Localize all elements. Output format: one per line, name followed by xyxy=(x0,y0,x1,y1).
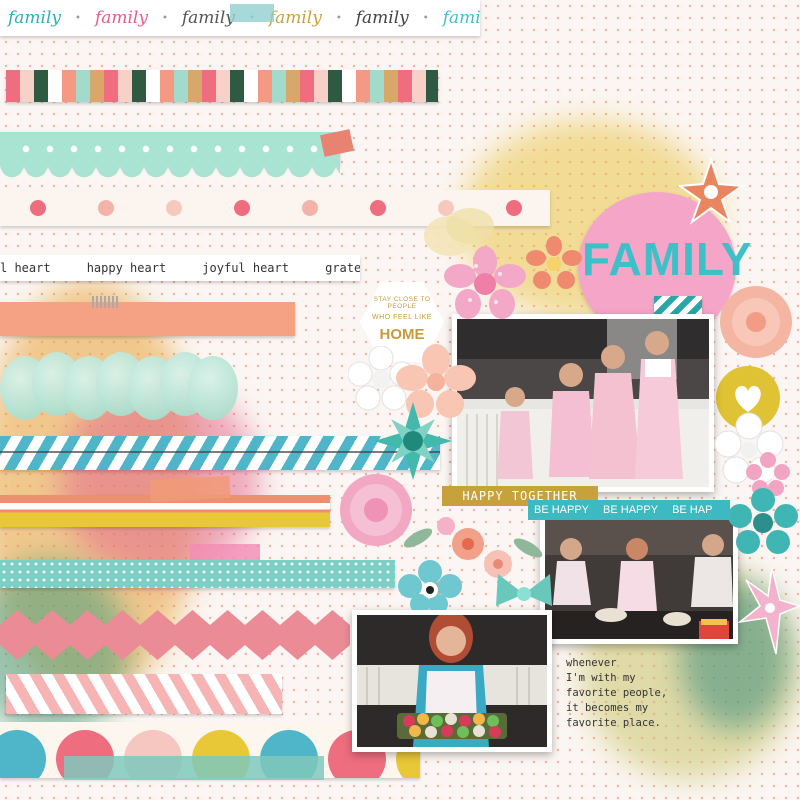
photo-image xyxy=(457,319,709,487)
coral-flower-icon xyxy=(526,236,582,289)
be-happy-word: BE HAPPY xyxy=(534,504,590,516)
orange-flower-icon xyxy=(677,156,745,225)
scrapbook-page: family• family• family• family• family• … xyxy=(0,0,800,800)
washi-tape xyxy=(149,475,231,503)
caption-line: favorite people, xyxy=(566,687,668,699)
pink-star-flower-icon xyxy=(737,567,800,655)
photo-image xyxy=(545,515,733,639)
be-happy-word: BE HAPPY xyxy=(603,504,659,516)
family-word: family xyxy=(94,8,148,28)
heart-word-strip: l heart happy heart joyful heart gratefu… xyxy=(0,255,360,281)
be-happy-strip: BE HAPPY BE HAPPY BE HAP xyxy=(528,500,730,520)
peach-crepe-flower-icon xyxy=(720,286,792,358)
stripe-ribbon xyxy=(6,70,438,102)
photo-bottom xyxy=(352,610,552,752)
washi-tape xyxy=(64,756,324,780)
washi-tape xyxy=(320,129,354,157)
heart-strip-text: l heart happy heart joyful heart gratefu… xyxy=(0,261,360,275)
hex-top-text: STAY CLOSE TO PEOPLE xyxy=(373,296,431,310)
be-happy-word: BE HAP xyxy=(672,504,713,516)
photo-middle xyxy=(540,510,738,644)
washi-tape xyxy=(230,4,274,22)
peach-paper-strip xyxy=(0,296,295,336)
blue-felt-flower-icon xyxy=(398,560,462,610)
herringbone-strip xyxy=(6,674,282,714)
family-word: family xyxy=(8,8,62,28)
caption-line: it becomes my xyxy=(566,702,649,714)
teal-button-flower-icon xyxy=(728,488,798,554)
photo-image xyxy=(357,615,547,747)
hex-middle-text: WHO FEEL LIKE xyxy=(372,314,432,321)
scallop-heart-border xyxy=(0,132,340,178)
sequin-trim xyxy=(0,352,238,422)
mint-dot-strip xyxy=(0,560,395,588)
pink-daisy-icon xyxy=(444,246,526,319)
family-title: FAMILY xyxy=(582,233,753,285)
journaling-caption: whenever I'm with my favorite people, it… xyxy=(566,656,716,731)
family-word: family xyxy=(268,8,322,28)
caption-line: whenever xyxy=(566,657,617,669)
caption-line: favorite place. xyxy=(566,717,661,729)
family-word: family xyxy=(181,8,235,28)
photo-top xyxy=(452,314,714,492)
hex-home-text: HOME xyxy=(379,326,425,343)
family-word: family xyxy=(442,8,480,28)
teal-bow-icon xyxy=(496,574,552,606)
family-word: family xyxy=(355,8,409,28)
caption-line: I'm with my xyxy=(566,672,636,684)
